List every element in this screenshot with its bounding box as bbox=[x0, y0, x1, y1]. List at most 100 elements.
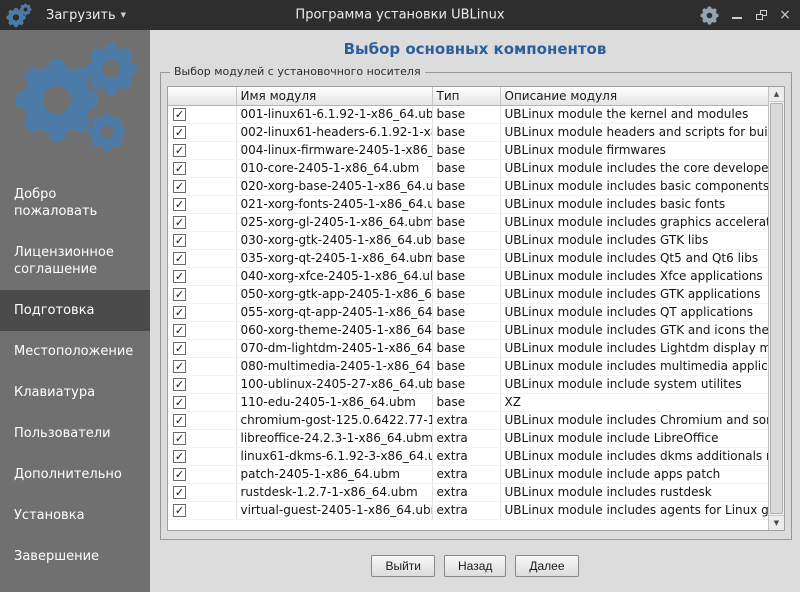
module-desc-cell: UBLinux module includes rustdesk bbox=[500, 483, 768, 501]
table-row[interactable]: ✓ virtual-guest-2405-1-x86_64.ubm extra … bbox=[168, 501, 768, 519]
module-name-cell: 001-linux61-6.1.92-1-x86_64.ubm bbox=[236, 105, 432, 123]
module-checkbox[interactable]: ✓ bbox=[173, 198, 186, 211]
table-row[interactable]: ✓ 002-linux61-headers-6.1.92-1-x86_64.ub… bbox=[168, 123, 768, 141]
module-desc-cell: UBLinux module includes Qt5 and Qt6 libs bbox=[500, 249, 768, 267]
table-row[interactable]: ✓ 060-xorg-theme-2405-1-x86_64.ubm base … bbox=[168, 321, 768, 339]
table-row[interactable]: ✓ 004-linux-firmware-2405-1-x86_64.ubm b… bbox=[168, 141, 768, 159]
header-checkbox-column[interactable] bbox=[168, 87, 236, 105]
table-row[interactable]: ✓ 100-ublinux-2405-27-x86_64.ubm base UB… bbox=[168, 375, 768, 393]
module-checkbox[interactable]: ✓ bbox=[173, 216, 186, 229]
module-checkbox[interactable]: ✓ bbox=[173, 162, 186, 175]
sidebar-item[interactable]: Лицензионное соглашение bbox=[0, 232, 150, 290]
module-name-cell: 025-xorg-gl-2405-1-x86_64.ubm bbox=[236, 213, 432, 231]
sidebar-item[interactable]: Добро пожаловать bbox=[0, 174, 150, 232]
module-checkbox[interactable]: ✓ bbox=[173, 144, 186, 157]
module-name-cell: 100-ublinux-2405-27-x86_64.ubm bbox=[236, 375, 432, 393]
next-button[interactable]: Далее bbox=[515, 555, 578, 577]
module-checkbox[interactable]: ✓ bbox=[173, 360, 186, 373]
module-checkbox[interactable]: ✓ bbox=[173, 414, 186, 427]
table-row[interactable]: ✓ 035-xorg-qt-2405-1-x86_64.ubm base UBL… bbox=[168, 249, 768, 267]
module-checkbox[interactable]: ✓ bbox=[173, 108, 186, 121]
table-row[interactable]: ✓ 030-xorg-gtk-2405-1-x86_64.ubm base UB… bbox=[168, 231, 768, 249]
module-check-cell: ✓ bbox=[168, 195, 236, 213]
module-type-cell: base bbox=[432, 213, 500, 231]
module-check-cell: ✓ bbox=[168, 465, 236, 483]
installer-window: Загрузить ▼ Программа установки UBLinux … bbox=[0, 0, 800, 592]
header-module-type[interactable]: Тип bbox=[432, 87, 500, 105]
sidebar-item[interactable]: Подготовка bbox=[0, 290, 150, 331]
table-row[interactable]: ✓ linux61-dkms-6.1.92-3-x86_64.ubm extra… bbox=[168, 447, 768, 465]
module-checkbox[interactable]: ✓ bbox=[173, 432, 186, 445]
module-name-cell: 020-xorg-base-2405-1-x86_64.ubm bbox=[236, 177, 432, 195]
back-button[interactable]: Назад bbox=[444, 555, 506, 577]
module-desc-cell: UBLinux module includes Xfce application… bbox=[500, 267, 768, 285]
module-name-cell: rustdesk-1.2.7-1-x86_64.ubm bbox=[236, 483, 432, 501]
sidebar-item[interactable]: Пользователи bbox=[0, 413, 150, 454]
module-checkbox[interactable]: ✓ bbox=[173, 234, 186, 247]
module-type-cell: base bbox=[432, 177, 500, 195]
table-row[interactable]: ✓ 021-xorg-fonts-2405-1-x86_64.ubm base … bbox=[168, 195, 768, 213]
module-type-cell: extra bbox=[432, 447, 500, 465]
table-row[interactable]: ✓ 070-dm-lightdm-2405-1-x86_64.ubm base … bbox=[168, 339, 768, 357]
app-logo-gears-icon bbox=[6, 2, 32, 28]
module-checkbox[interactable]: ✓ bbox=[173, 504, 186, 517]
sidebar: Добро пожаловатьЛицензионное соглашениеП… bbox=[0, 30, 150, 592]
sidebar-item[interactable]: Клавиатура bbox=[0, 372, 150, 413]
module-checkbox[interactable]: ✓ bbox=[173, 468, 186, 481]
module-checkbox[interactable]: ✓ bbox=[173, 288, 186, 301]
table-row[interactable]: ✓ 020-xorg-base-2405-1-x86_64.ubm base U… bbox=[168, 177, 768, 195]
scroll-down-icon[interactable]: ▼ bbox=[769, 515, 784, 530]
scrollbar-thumb[interactable] bbox=[770, 103, 783, 514]
sidebar-item[interactable]: Завершение bbox=[0, 536, 150, 577]
module-checkbox[interactable]: ✓ bbox=[173, 378, 186, 391]
module-name-cell: 021-xorg-fonts-2405-1-x86_64.ubm bbox=[236, 195, 432, 213]
module-table-body: ✓ 001-linux61-6.1.92-1-x86_64.ubm base U… bbox=[168, 105, 768, 519]
table-row[interactable]: ✓ 040-xorg-xfce-2405-1-x86_64.ubm base U… bbox=[168, 267, 768, 285]
module-check-cell: ✓ bbox=[168, 303, 236, 321]
module-desc-cell: UBLinux module includes Chromium and som… bbox=[500, 411, 768, 429]
vertical-scrollbar[interactable]: ▲ ▼ bbox=[768, 87, 784, 530]
table-row[interactable]: ✓ 055-xorg-qt-app-2405-1-x86_64.ubm base… bbox=[168, 303, 768, 321]
module-checkbox[interactable]: ✓ bbox=[173, 126, 186, 139]
header-module-description[interactable]: Описание модуля bbox=[500, 87, 768, 105]
module-checkbox[interactable]: ✓ bbox=[173, 450, 186, 463]
maximize-button[interactable] bbox=[755, 8, 767, 22]
settings-gear-icon[interactable] bbox=[700, 8, 719, 22]
table-row[interactable]: ✓ 110-edu-2405-1-x86_64.ubm base XZ bbox=[168, 393, 768, 411]
table-row[interactable]: ✓ libreoffice-24.2.3-1-x86_64.ubm extra … bbox=[168, 429, 768, 447]
table-row[interactable]: ✓ rustdesk-1.2.7-1-x86_64.ubm extra UBLi… bbox=[168, 483, 768, 501]
module-checkbox[interactable]: ✓ bbox=[173, 252, 186, 265]
module-checkbox[interactable]: ✓ bbox=[173, 396, 186, 409]
header-module-name[interactable]: Имя модуля bbox=[236, 87, 432, 105]
table-row[interactable]: ✓ 050-xorg-gtk-app-2405-1-x86_64.ubm bas… bbox=[168, 285, 768, 303]
module-name-cell: 035-xorg-qt-2405-1-x86_64.ubm bbox=[236, 249, 432, 267]
module-checkbox[interactable]: ✓ bbox=[173, 270, 186, 283]
module-desc-cell: UBLinux module includes graphics acceler… bbox=[500, 213, 768, 231]
sidebar-item[interactable]: Дополнительно bbox=[0, 454, 150, 495]
module-check-cell: ✓ bbox=[168, 339, 236, 357]
table-row[interactable]: ✓ 025-xorg-gl-2405-1-x86_64.ubm base UBL… bbox=[168, 213, 768, 231]
sidebar-item[interactable]: Местоположение bbox=[0, 331, 150, 372]
module-checkbox[interactable]: ✓ bbox=[173, 342, 186, 355]
load-dropdown-button[interactable]: Загрузить ▼ bbox=[40, 4, 132, 27]
close-button[interactable]: × bbox=[779, 8, 791, 22]
module-checkbox[interactable]: ✓ bbox=[173, 180, 186, 193]
module-checkbox[interactable]: ✓ bbox=[173, 306, 186, 319]
minimize-button[interactable] bbox=[731, 8, 743, 22]
table-row[interactable]: ✓ 010-core-2405-1-x86_64.ubm base UBLinu… bbox=[168, 159, 768, 177]
module-name-cell: 004-linux-firmware-2405-1-x86_64.ubm bbox=[236, 141, 432, 159]
table-row[interactable]: ✓ 001-linux61-6.1.92-1-x86_64.ubm base U… bbox=[168, 105, 768, 123]
table-row[interactable]: ✓ patch-2405-1-x86_64.ubm extra UBLinux … bbox=[168, 465, 768, 483]
module-checkbox[interactable]: ✓ bbox=[173, 324, 186, 337]
scrollbar-track[interactable] bbox=[769, 102, 784, 515]
module-name-cell: patch-2405-1-x86_64.ubm bbox=[236, 465, 432, 483]
table-row[interactable]: ✓ 080-multimedia-2405-1-x86_64.ubm base … bbox=[168, 357, 768, 375]
module-type-cell: base bbox=[432, 249, 500, 267]
sidebar-item[interactable]: Установка bbox=[0, 495, 150, 536]
gears-illustration bbox=[0, 32, 150, 167]
scroll-up-icon[interactable]: ▲ bbox=[769, 87, 784, 102]
table-row[interactable]: ✓ chromium-gost-125.0.6422.77-1-x86_64.u… bbox=[168, 411, 768, 429]
exit-button[interactable]: Выйти bbox=[371, 555, 435, 577]
module-checkbox[interactable]: ✓ bbox=[173, 486, 186, 499]
module-check-cell: ✓ bbox=[168, 357, 236, 375]
